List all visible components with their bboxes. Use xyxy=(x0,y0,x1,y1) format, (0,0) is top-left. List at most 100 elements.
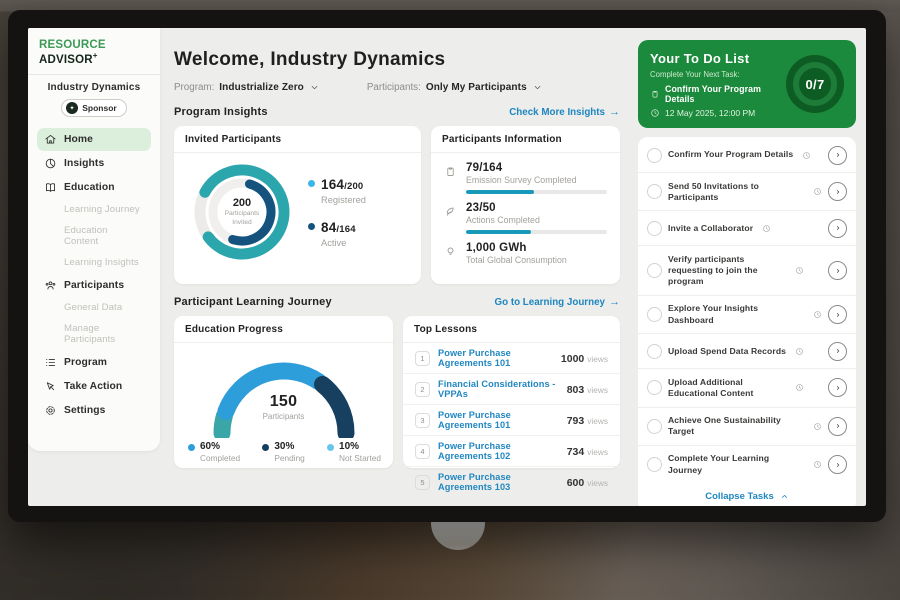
legend-dot xyxy=(308,180,315,187)
sidebar-item-home[interactable]: Home xyxy=(37,128,151,151)
task-open-button[interactable] xyxy=(828,305,847,324)
task-checkbox[interactable] xyxy=(647,184,662,199)
sidebar-item-insights[interactable]: Insights xyxy=(37,152,151,175)
task-row[interactable]: Confirm Your Program Details xyxy=(638,138,856,173)
org-name: Industry Dynamics xyxy=(37,82,151,93)
lesson-link[interactable]: Financial Considerations - VPPAs xyxy=(438,379,559,399)
legend-label: Pending xyxy=(274,453,304,463)
task-row[interactable]: Verify participants requesting to join t… xyxy=(638,246,856,296)
participants-info-list: 79/164 Emission Survey Completed xyxy=(431,153,620,270)
card-title: Participants Information xyxy=(431,126,620,153)
legend-dot xyxy=(327,444,334,451)
sidebar-panel: RESOURCE ADVISOR+ Industry Dynamics Spon… xyxy=(28,28,160,451)
program-dropdown[interactable]: Program: Industrialize Zero xyxy=(174,82,319,93)
participants-dropdown[interactable]: Participants: Only My Participants xyxy=(367,82,542,93)
lessons-list: 1 Power Purchase Agreements 101 1000 view… xyxy=(403,343,620,497)
check-more-insights-link[interactable]: Check More Insights xyxy=(509,106,620,118)
filter-bar: Program: Industrialize Zero Participants… xyxy=(174,82,620,93)
task-row[interactable]: Send 50 Invitations to Participants xyxy=(638,173,856,211)
sidebar-item-education-content[interactable]: Education Content xyxy=(37,221,151,252)
task-open-button[interactable] xyxy=(828,219,847,238)
lesson-row[interactable]: 2 Financial Considerations - VPPAs 803vi… xyxy=(403,374,620,405)
donut-center-label: 200 Participants Invited xyxy=(190,160,294,264)
lesson-link[interactable]: Power Purchase Agreements 101 xyxy=(438,348,553,368)
task-checkbox[interactable] xyxy=(647,307,662,322)
collapse-label: Collapse Tasks xyxy=(705,491,773,502)
lesson-row[interactable]: 1 Power Purchase Agreements 101 1000view… xyxy=(403,343,620,374)
todo-progress-count: 0/7 xyxy=(806,77,825,92)
task-open-button[interactable] xyxy=(828,146,847,165)
lesson-row[interactable]: 4 Power Purchase Agreements 102 734views xyxy=(403,436,620,467)
lesson-views: 734 xyxy=(567,446,585,458)
lesson-views: 793 xyxy=(567,415,585,427)
lesson-row[interactable]: 5 Power Purchase Agreements 103 600views xyxy=(403,467,620,497)
task-checkbox[interactable] xyxy=(647,221,662,236)
lesson-link[interactable]: Power Purchase Agreements 102 xyxy=(438,441,559,461)
sidebar-item-learning-journey[interactable]: Learning Journey xyxy=(37,200,151,220)
take-action-icon xyxy=(44,380,57,393)
task-row[interactable]: Invite a Collaborator xyxy=(638,211,856,246)
task-open-button[interactable] xyxy=(828,182,847,201)
task-open-button[interactable] xyxy=(828,342,847,361)
views-label: views xyxy=(587,478,608,488)
task-checkbox[interactable] xyxy=(647,419,662,434)
legend-not-started: 10% Not Started xyxy=(327,441,381,463)
list-icon xyxy=(44,356,57,369)
task-label: Achieve One Sustainability Target xyxy=(668,415,804,437)
task-open-button[interactable] xyxy=(828,417,847,436)
legend-registered: 164/200 Registered xyxy=(308,176,366,205)
lesson-rank: 4 xyxy=(415,444,430,459)
divider xyxy=(28,74,160,75)
task-row[interactable]: Upload Spend Data Records xyxy=(638,334,856,369)
sidebar-item-take-action[interactable]: Take Action xyxy=(37,375,151,398)
learning-journey-header: Participant Learning Journey Go to Learn… xyxy=(174,296,620,308)
card-title: Invited Participants xyxy=(174,126,421,153)
task-row[interactable]: Explore Your Insights Dashboard xyxy=(638,296,856,334)
clock-icon xyxy=(795,383,804,392)
legend-completed: 60% Completed xyxy=(188,441,240,463)
task-checkbox[interactable] xyxy=(647,148,662,163)
education-progress-card: Education Progress 150 Participants xyxy=(174,316,393,468)
lesson-link[interactable]: Power Purchase Agreements 103 xyxy=(438,472,559,492)
arrow-right-icon xyxy=(609,296,620,308)
task-checkbox[interactable] xyxy=(647,457,662,472)
legend-pending: 30% Pending xyxy=(262,441,304,463)
sidebar-item-participants[interactable]: Participants xyxy=(37,274,151,297)
task-row[interactable]: Achieve One Sustainability Target xyxy=(638,408,856,446)
task-row[interactable]: Upload Additional Educational Content xyxy=(638,369,856,407)
todo-title: Your To Do List xyxy=(650,51,780,66)
sidebar-item-learning-insights[interactable]: Learning Insights xyxy=(37,253,151,273)
task-checkbox[interactable] xyxy=(647,344,662,359)
app-logo: RESOURCE ADVISOR+ xyxy=(37,37,151,66)
sidebar-item-education[interactable]: Education xyxy=(37,176,151,199)
gauge-value: 150 xyxy=(189,393,379,411)
legend-label: Not Started xyxy=(339,453,381,463)
link-label: Check More Insights xyxy=(509,107,605,118)
sponsor-label: Sponsor xyxy=(82,103,116,113)
task-row[interactable]: Complete Your Learning Journey xyxy=(638,446,856,483)
sidebar-item-general-data[interactable]: General Data xyxy=(37,298,151,318)
sidebar-item-manage-participants[interactable]: Manage Participants xyxy=(37,319,151,350)
go-to-learning-journey-link[interactable]: Go to Learning Journey xyxy=(495,296,621,308)
task-checkbox[interactable] xyxy=(647,263,662,278)
collapse-tasks-link[interactable]: Collapse Tasks xyxy=(638,483,856,506)
lesson-views: 803 xyxy=(567,384,585,396)
clock-icon xyxy=(813,310,822,319)
sidebar-item-program[interactable]: Program xyxy=(37,351,151,374)
photo-background: RESOURCE ADVISOR+ Industry Dynamics Spon… xyxy=(0,0,900,600)
task-open-button[interactable] xyxy=(828,378,847,397)
clock-icon xyxy=(795,347,804,356)
participants-label: Participants: xyxy=(367,82,421,93)
invited-total-label: Participants Invited xyxy=(216,210,268,227)
task-open-button[interactable] xyxy=(828,455,847,474)
learning-cards-row: Education Progress 150 Participants xyxy=(174,316,620,468)
task-checkbox[interactable] xyxy=(647,380,662,395)
lesson-row[interactable]: 3 Power Purchase Agreements 101 793views xyxy=(403,405,620,436)
lesson-link[interactable]: Power Purchase Agreements 101 xyxy=(438,410,559,430)
sidebar: RESOURCE ADVISOR+ Industry Dynamics Spon… xyxy=(28,28,160,506)
sidebar-item-settings[interactable]: Settings xyxy=(37,399,151,422)
invited-total: 200 xyxy=(233,197,251,209)
lesson-rank: 1 xyxy=(415,351,430,366)
task-open-button[interactable] xyxy=(828,261,847,280)
lesson-views: 1000 xyxy=(561,353,584,365)
